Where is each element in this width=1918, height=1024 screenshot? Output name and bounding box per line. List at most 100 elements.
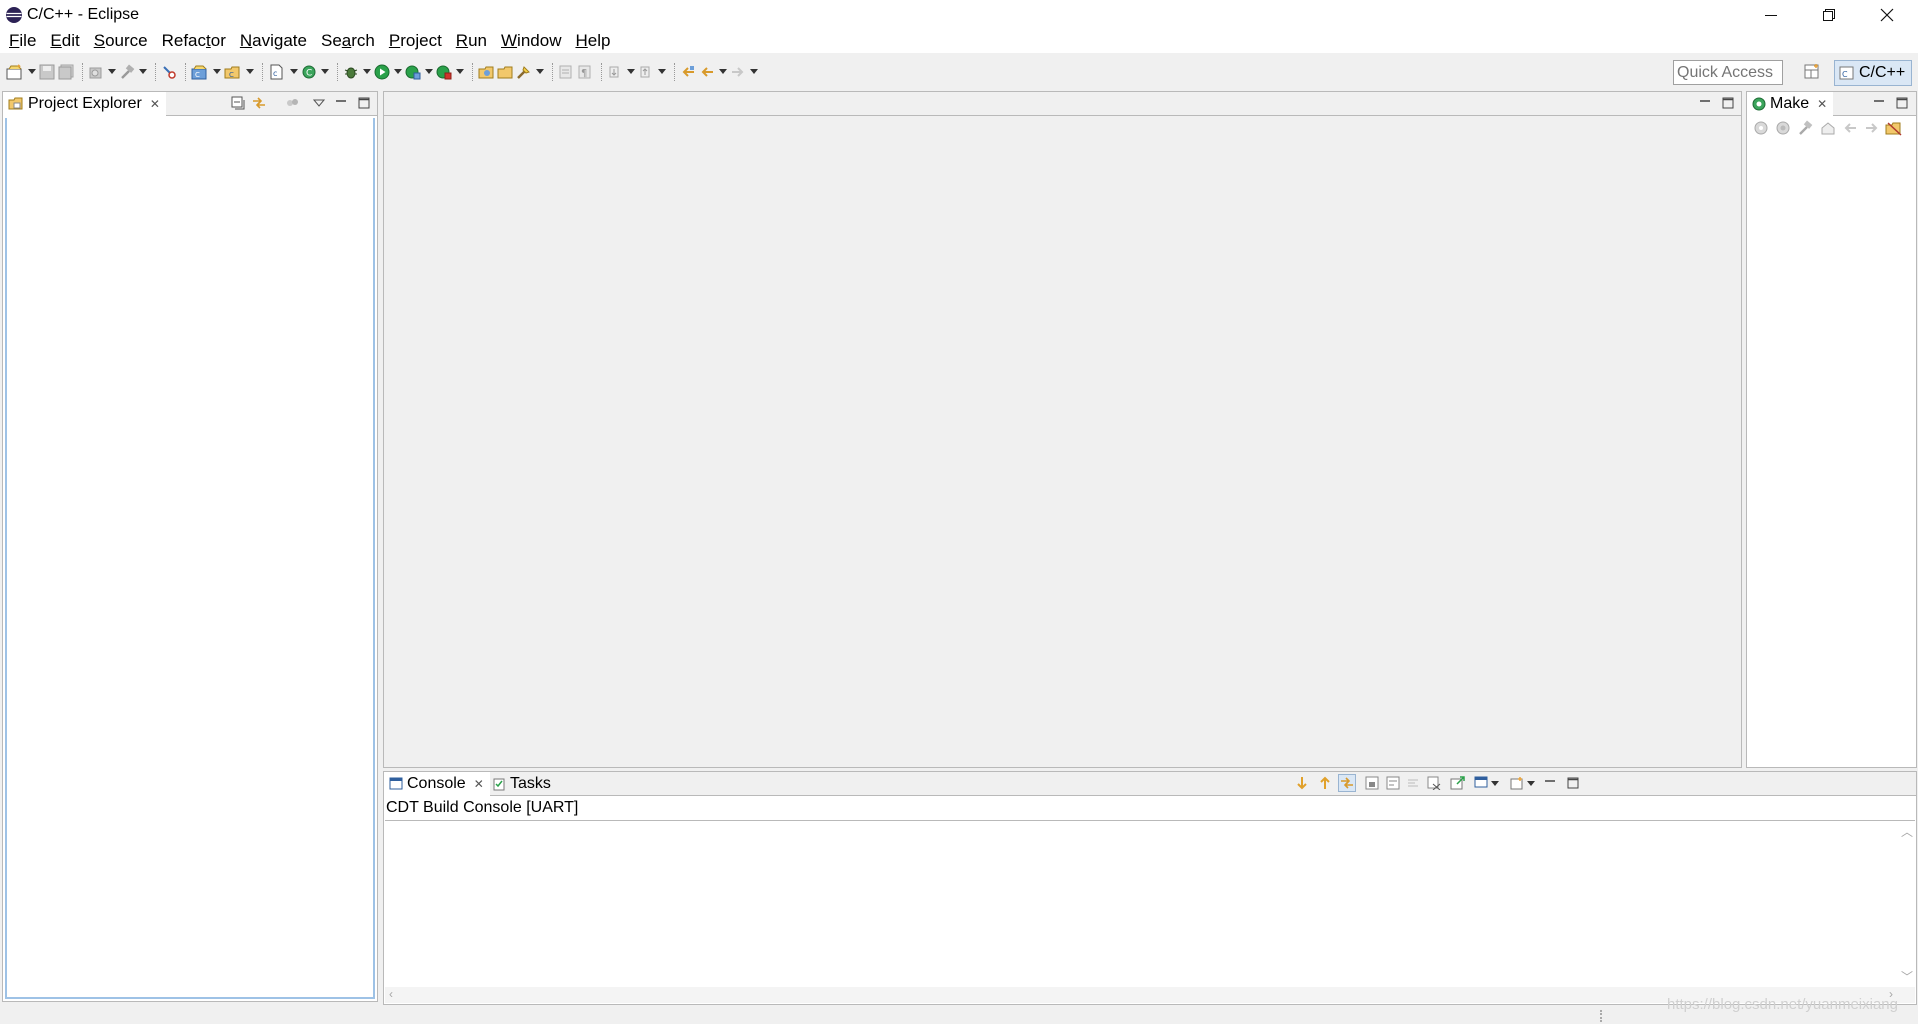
scroll-left-icon[interactable]: ‹ <box>389 987 393 1001</box>
quick-access-input[interactable] <box>1673 60 1783 85</box>
new-source-file-button[interactable]: c <box>268 61 298 83</box>
open-element-button[interactable] <box>497 61 513 83</box>
build-config-dropdown-arrow[interactable] <box>139 69 147 74</box>
maximize-editor-button[interactable] <box>1720 95 1736 111</box>
next-annotation-dropdown-arrow[interactable] <box>627 69 635 74</box>
menu-file[interactable]: File <box>7 31 38 51</box>
minimize-console-button[interactable] <box>1542 775 1558 791</box>
new-source-folder-button[interactable]: C <box>224 61 254 83</box>
save-all-button[interactable] <box>58 61 74 83</box>
tab-project-explorer[interactable]: Project Explorer ✕ <box>3 92 166 116</box>
previous-annotation-dropdown-arrow[interactable] <box>658 69 666 74</box>
menu-window[interactable]: Window <box>499 31 563 51</box>
editor-area[interactable] <box>383 91 1742 768</box>
build-all-button[interactable] <box>88 61 116 83</box>
tab-console[interactable]: Console ✕ <box>384 772 490 796</box>
run-button[interactable] <box>374 61 402 83</box>
minimize-view-button[interactable] <box>333 95 349 111</box>
new-cpp-project-button[interactable]: C <box>191 61 221 83</box>
debug-dropdown-arrow[interactable] <box>363 69 371 74</box>
last-edit-location-button[interactable] <box>680 61 696 83</box>
clear-console-button[interactable] <box>1426 775 1442 791</box>
restore-button[interactable] <box>1800 0 1858 29</box>
open-console-in-editor-button[interactable] <box>1450 775 1466 791</box>
close-tab-icon[interactable]: ✕ <box>150 97 160 111</box>
back-dropdown-arrow[interactable] <box>719 69 727 74</box>
build-make-target-icon[interactable] <box>1775 120 1793 136</box>
link-with-editor-button[interactable] <box>251 95 267 111</box>
open-console-dropdown-button[interactable] <box>1509 775 1537 791</box>
close-tab-icon[interactable]: ✕ <box>1817 97 1827 111</box>
pin-console-button[interactable] <box>1405 775 1421 791</box>
back-arrow-icon[interactable] <box>1841 120 1859 136</box>
open-type-button[interactable] <box>478 61 494 83</box>
menu-refactor[interactable]: Refactor <box>160 31 228 51</box>
build-dropdown-arrow[interactable] <box>108 69 116 74</box>
maximize-make-button[interactable] <box>1894 95 1910 111</box>
scroll-down-icon[interactable]: ﹀ <box>1901 968 1913 985</box>
next-error-button[interactable] <box>1294 775 1310 791</box>
menu-help[interactable]: Help <box>573 31 612 51</box>
menu-source[interactable]: Source <box>92 31 150 51</box>
scroll-lock-button[interactable] <box>1364 775 1380 791</box>
add-make-target-icon[interactable] <box>1753 120 1771 136</box>
run-configuration-button[interactable] <box>405 61 433 83</box>
menu-search[interactable]: Search <box>319 31 377 51</box>
source-file-dropdown-arrow[interactable] <box>290 69 298 74</box>
debug-button[interactable] <box>343 61 371 83</box>
console-vertical-scrollbar[interactable]: ︿ ﹀ <box>1897 821 1915 987</box>
hide-empty-folders-icon[interactable] <box>1885 120 1903 136</box>
maximize-view-button[interactable] <box>356 95 372 111</box>
show-whitespace-button[interactable]: ¶ <box>577 61 593 83</box>
filter-button[interactable] <box>284 95 300 111</box>
console-output[interactable]: ︿ ﹀ ‹ › <box>385 820 1915 1003</box>
minimize-button[interactable] <box>1742 0 1800 29</box>
save-button[interactable] <box>39 61 55 83</box>
word-wrap-button[interactable] <box>1385 775 1401 791</box>
project-explorer-tree[interactable] <box>5 118 375 999</box>
build-configuration-button[interactable] <box>119 61 147 83</box>
search-button[interactable] <box>516 61 544 83</box>
status-bar-grip[interactable] <box>1600 1010 1602 1022</box>
maximize-console-button[interactable] <box>1565 775 1581 791</box>
close-window-button[interactable] <box>1858 0 1916 29</box>
minimize-make-button[interactable] <box>1871 95 1887 111</box>
run-dropdown-arrow[interactable] <box>394 69 402 74</box>
forward-arrow-icon[interactable] <box>1863 120 1881 136</box>
perspective-cpp-button[interactable]: C C/C++ <box>1834 60 1912 86</box>
close-tab-icon[interactable]: ✕ <box>474 777 484 791</box>
back-button[interactable] <box>699 61 727 83</box>
display-selected-console-button[interactable] <box>1473 775 1501 791</box>
make-hammer-icon[interactable] <box>1797 120 1815 136</box>
external-tools-dropdown-arrow[interactable] <box>456 69 464 74</box>
home-icon[interactable] <box>1819 120 1837 136</box>
search-dropdown-arrow[interactable] <box>536 69 544 74</box>
new-button[interactable] <box>6 61 36 83</box>
previous-annotation-button[interactable] <box>638 61 666 83</box>
tab-tasks[interactable]: Tasks <box>487 772 557 796</box>
tab-make[interactable]: Make ✕ <box>1747 92 1834 116</box>
show-error-in-editor-button[interactable] <box>1338 774 1356 792</box>
menu-edit[interactable]: Edit <box>48 31 81 51</box>
search-references-button[interactable] <box>161 61 177 83</box>
open-perspective-button[interactable] <box>1803 63 1821 86</box>
previous-error-button[interactable] <box>1317 775 1333 791</box>
next-annotation-button[interactable] <box>607 61 635 83</box>
class-dropdown-arrow[interactable] <box>321 69 329 74</box>
view-menu-button[interactable] <box>311 95 327 111</box>
scroll-up-icon[interactable]: ︿ <box>1901 823 1913 840</box>
forward-button[interactable] <box>730 61 758 83</box>
source-folder-dropdown-arrow[interactable] <box>246 69 254 74</box>
new-dropdown-arrow[interactable] <box>28 69 36 74</box>
forward-dropdown-arrow[interactable] <box>750 69 758 74</box>
cpp-project-dropdown-arrow[interactable] <box>213 69 221 74</box>
menu-run[interactable]: Run <box>454 31 489 51</box>
new-class-button[interactable]: C <box>301 61 329 83</box>
menu-navigate[interactable]: Navigate <box>238 31 309 51</box>
menu-project[interactable]: Project <box>387 31 444 51</box>
toggle-mark-occurrences-button[interactable] <box>558 61 574 83</box>
collapse-all-button[interactable] <box>230 95 246 111</box>
minimize-editor-button[interactable] <box>1697 95 1713 111</box>
run-configuration-dropdown-arrow[interactable] <box>425 69 433 74</box>
external-tools-button[interactable] <box>436 61 464 83</box>
